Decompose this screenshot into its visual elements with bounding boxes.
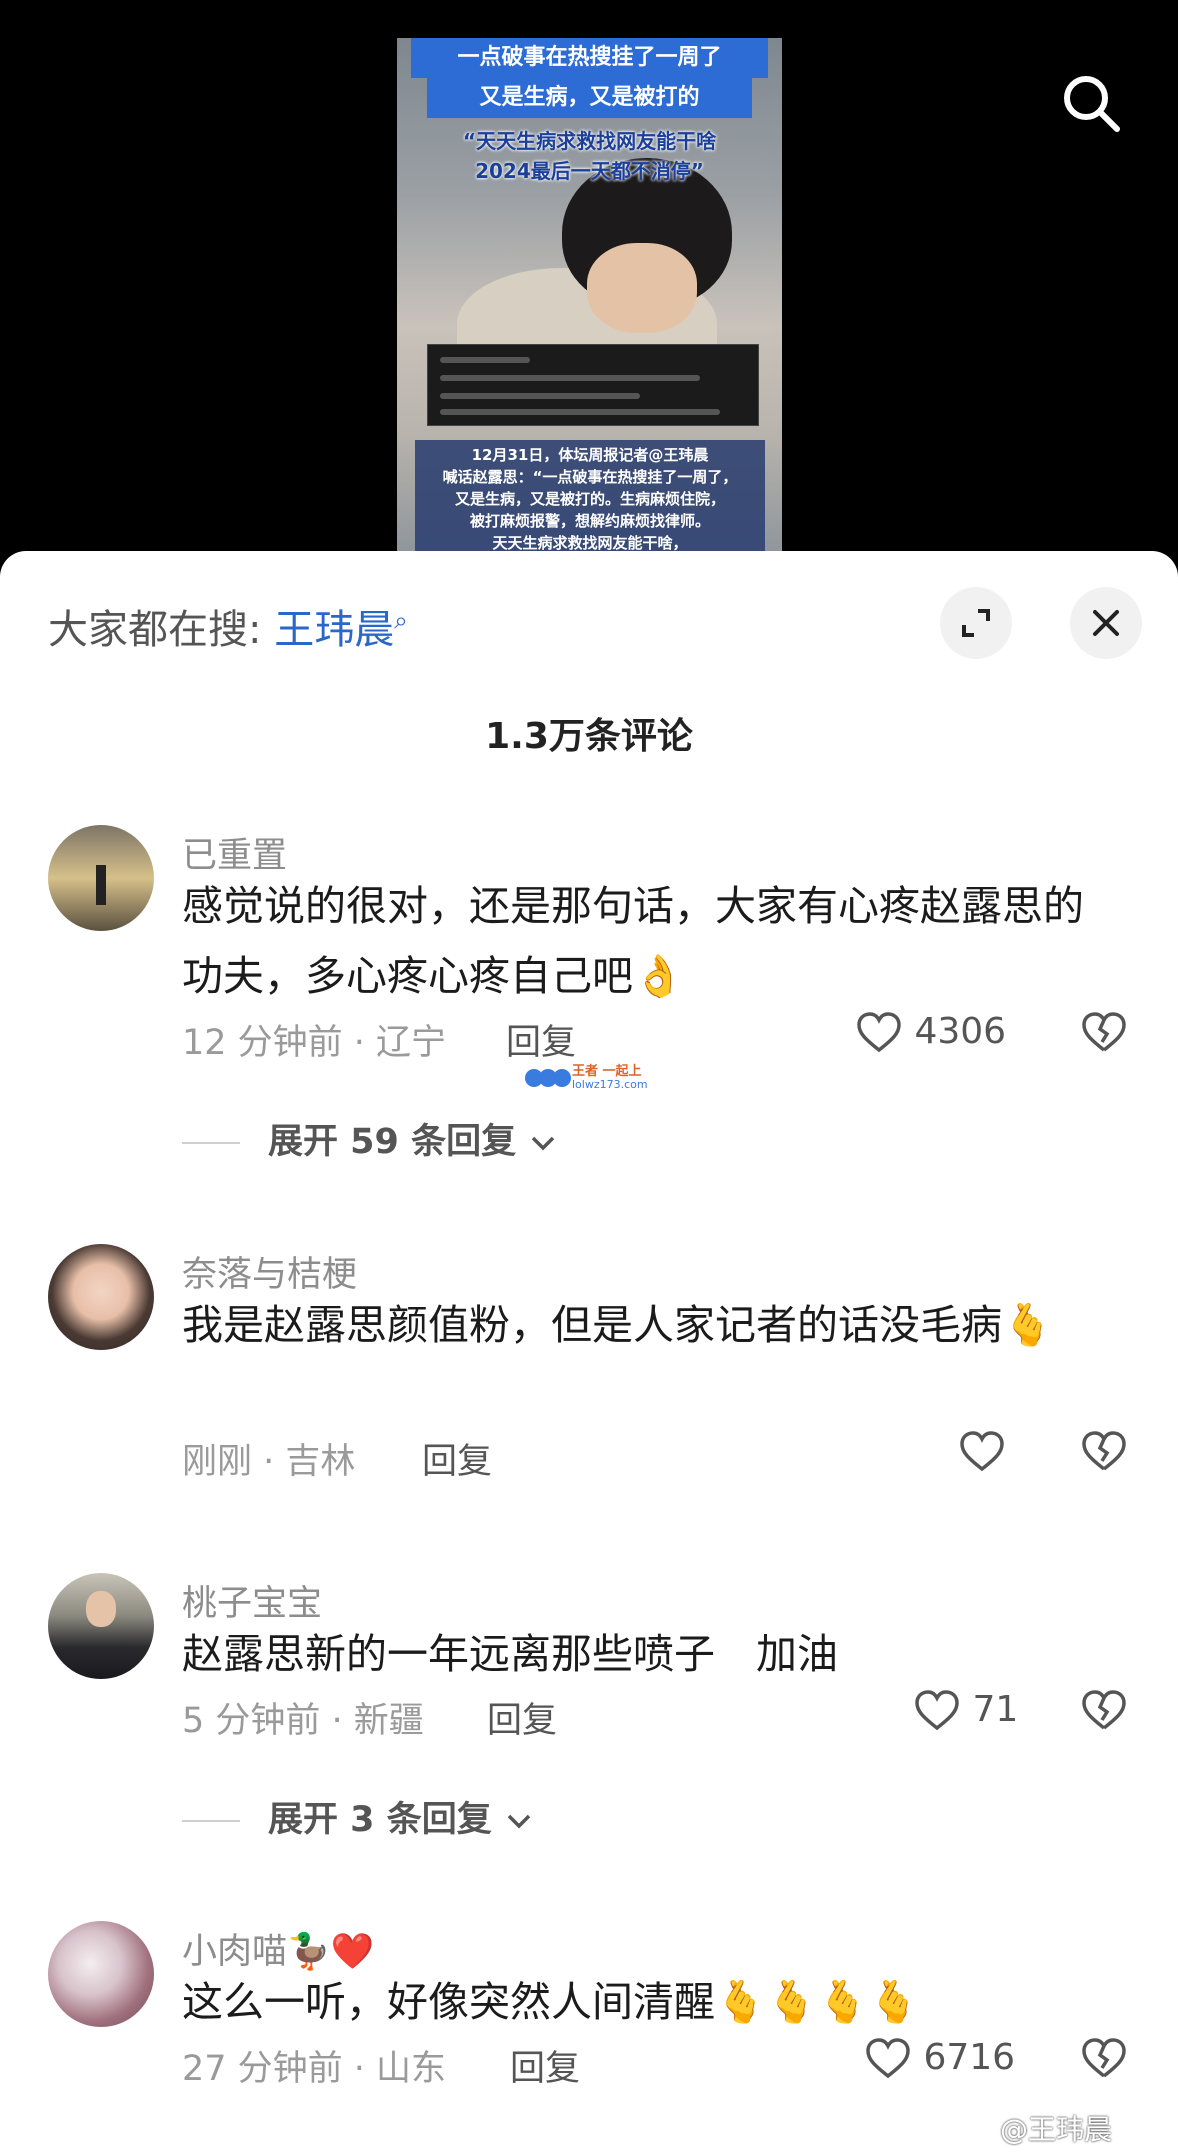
heart-icon: [915, 1690, 959, 1731]
like-button[interactable]: 71: [913, 1687, 1018, 1735]
heart-icon: [866, 2038, 910, 2079]
search-suggestion-label: 大家都在搜:: [48, 607, 262, 653]
expand-button[interactable]: [940, 587, 1012, 659]
reply-button[interactable]: 回复: [510, 2040, 580, 2091]
caption-line: 12月31日，体坛周报记者@王玮晨: [471, 446, 709, 464]
embedded-screenshot: [427, 344, 759, 426]
comment-count: 1.3万条评论: [485, 716, 693, 757]
expand-replies[interactable]: 展开 59 条回复: [182, 1113, 558, 1164]
like-count: 71: [972, 1689, 1019, 1730]
comment-text: 感觉说的很对，还是那句话，大家有心疼赵露思的功夫，多心疼心疼自己吧👌: [182, 882, 1084, 1000]
comment-meta: 27 分钟前 · 山东: [182, 2049, 447, 2089]
broken-heart-icon: [1082, 1690, 1126, 1730]
comment-panel: 大家都在搜: 王玮晨⌕ 1.3万条评论 已重置 感觉说的很对，还是那句话，大家有…: [0, 551, 1178, 2155]
close-icon: [1093, 610, 1119, 636]
avatar[interactable]: [48, 1244, 154, 1350]
caption-line: 喊话赵露思：“一点破事在热搜挂了一周了，: [442, 468, 738, 486]
chevron-down-icon: [507, 1814, 531, 1829]
avatar[interactable]: [48, 1921, 154, 2027]
expand-replies[interactable]: 展开 3 条回复: [182, 1791, 534, 1842]
divider: [182, 1820, 240, 1822]
weibo-watermark: @王玮晨: [1000, 2113, 1113, 2146]
close-button[interactable]: [1070, 587, 1142, 659]
heart-icon: [960, 1431, 1004, 1472]
like-count: 6716: [923, 2037, 1016, 2078]
caption-line: 天天生病求救找网友能干啥，: [492, 534, 688, 552]
video-quote-line1: “天天生病求救找网友能干啥: [462, 129, 717, 153]
comment-text: 这么一听，好像突然人间清醒🫰🫰🫰🫰: [182, 1978, 920, 2026]
dislike-button[interactable]: [1080, 1009, 1128, 1057]
watermark-logo-sub: lolwz173.com: [572, 1078, 648, 1091]
dislike-button[interactable]: [1080, 1428, 1128, 1476]
comment-meta: 刚刚 · 吉林: [182, 1442, 356, 1482]
search-icon[interactable]: [1060, 72, 1122, 134]
heart-icon: [857, 1012, 901, 1053]
watermark-logo-text: 王者 一起上: [572, 1064, 642, 1079]
reply-button[interactable]: 回复: [422, 1433, 492, 1484]
divider: [182, 1142, 240, 1144]
reply-button[interactable]: 回复: [487, 1692, 557, 1743]
broken-heart-icon: [1082, 2038, 1126, 2078]
expand-icon: [962, 609, 990, 637]
comment-meta: 12 分钟前 · 辽宁: [182, 1023, 447, 1063]
expand-replies-label: 展开 3 条回复: [268, 1800, 492, 1840]
comment-text: 我是赵露思颜值粉，但是人家记者的话没毛病🫰: [182, 1301, 1054, 1349]
like-button[interactable]: 4306: [855, 1009, 1006, 1057]
comment-meta: 5 分钟前 · 新疆: [182, 1701, 424, 1741]
video-player[interactable]: 一点破事在热搜挂了一周了 又是生病，又是被打的 “天天生病求救找网友能干啥 20…: [0, 0, 1178, 560]
video-banner-line1: 一点破事在热搜挂了一周了: [411, 38, 768, 78]
broken-heart-icon: [1082, 1012, 1126, 1052]
expand-replies-label: 展开 59 条回复: [268, 1122, 517, 1162]
caption-line: 又是生病，又是被打的。生病麻烦住院，: [454, 490, 725, 508]
search-suggestion[interactable]: 大家都在搜: 王玮晨⌕: [48, 597, 408, 655]
avatar[interactable]: [48, 1573, 154, 1679]
video-banner-line2: 又是生病，又是被打的: [427, 78, 752, 118]
search-small-icon: ⌕: [394, 606, 408, 635]
figure-face: [587, 243, 697, 333]
search-suggestion-keyword[interactable]: 王玮晨: [274, 607, 394, 653]
like-button[interactable]: 6716: [864, 2035, 1015, 2083]
caption-line: 被打麻烦报警，想解约麻烦找律师。: [469, 512, 710, 530]
like-count: 4306: [914, 1011, 1007, 1052]
site-watermark: 王者 一起上 lolwz173.com: [522, 1060, 652, 1096]
broken-heart-icon: [1082, 1431, 1126, 1471]
dislike-button[interactable]: [1080, 1687, 1128, 1735]
like-button[interactable]: [958, 1428, 1006, 1476]
avatar[interactable]: [48, 825, 154, 931]
reply-button[interactable]: 回复: [506, 1014, 576, 1065]
video-caption: 12月31日，体坛周报记者@王玮晨 喊话赵露思：“一点破事在热搜挂了一周了， 又…: [415, 440, 765, 560]
video-thumbnail: 一点破事在热搜挂了一周了 又是生病，又是被打的 “天天生病求救找网友能干啥 20…: [397, 38, 782, 560]
video-quote-line2: 2024最后一天都不消停”: [475, 159, 704, 183]
dislike-button[interactable]: [1080, 2035, 1128, 2083]
comment-text: 赵露思新的一年远离那些喷子 加油: [182, 1630, 838, 1678]
chevron-down-icon: [532, 1136, 555, 1151]
